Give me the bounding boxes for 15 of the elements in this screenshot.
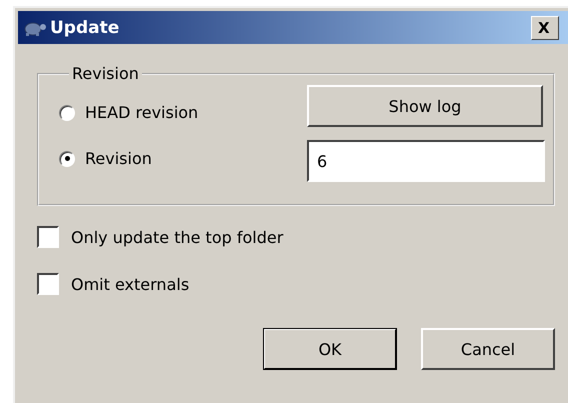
checkbox[interactable]	[37, 226, 59, 248]
dialog-button[interactable]: OK	[263, 328, 397, 370]
radio-button[interactable]	[59, 104, 75, 120]
radio-button[interactable]	[59, 150, 75, 166]
checkbox-label[interactable]: Omit externals	[71, 274, 190, 294]
close-button[interactable]: X	[531, 16, 559, 40]
window-title: Update	[50, 18, 120, 38]
radio-label[interactable]: HEAD revision	[85, 103, 198, 122]
revision-field[interactable]: 6	[307, 140, 545, 182]
checkbox[interactable]	[37, 273, 59, 295]
dialog-button[interactable]: Cancel	[421, 328, 555, 370]
show-log-button[interactable]: Show log	[307, 85, 543, 127]
group-label: Revision	[71, 64, 140, 83]
checkbox-label[interactable]: Only update the top folder	[71, 228, 284, 246]
radio-label[interactable]: Revision	[85, 149, 152, 168]
